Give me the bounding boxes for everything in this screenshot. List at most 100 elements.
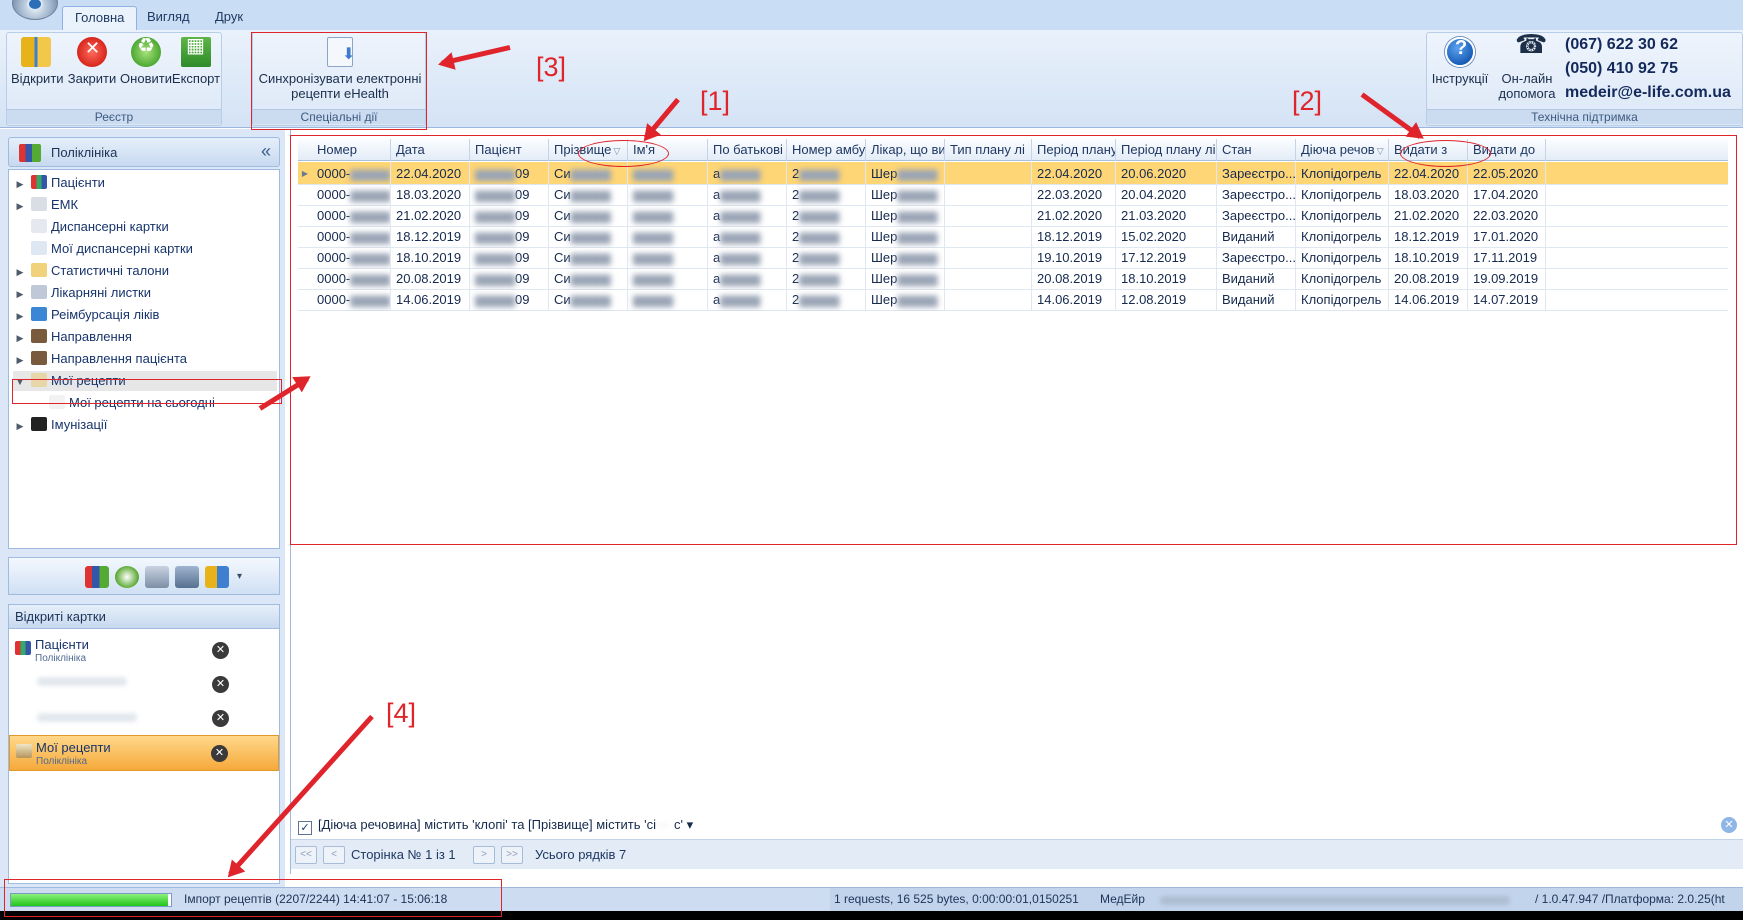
app-name-text: МедЕйр <box>1100 892 1145 906</box>
annotation-label-1: [1] <box>700 86 731 116</box>
annotation-box-grid <box>290 135 1737 545</box>
nav-title: Поліклініка <box>51 145 118 160</box>
nav-item[interactable]: ▶ Статистичні талони <box>13 261 277 281</box>
nav-item[interactable]: ▶ ЕМК <box>13 195 277 215</box>
close-button-label: Закрити <box>67 71 117 86</box>
open-card-hidden-1[interactable]: ✕ <box>9 667 279 703</box>
status-right-section: 1 requests, 16 525 bytes, 0:00:00:01,015… <box>830 888 1743 912</box>
refresh-tool-icon[interactable] <box>115 566 139 588</box>
open-card-hidden-2[interactable]: ✕ <box>9 701 279 737</box>
book-tool-icon[interactable] <box>205 566 229 588</box>
refresh-button[interactable]: Оновити <box>119 37 173 86</box>
nav-item-label: Пацієнти <box>51 175 105 190</box>
clinic-tool-icon[interactable] <box>85 566 109 588</box>
filter-enabled-checkbox[interactable]: ✓ <box>298 821 312 835</box>
card-subtitle: Поліклініка <box>35 653 87 664</box>
close-card-icon[interactable]: ✕ <box>212 676 229 693</box>
prev-page-button[interactable]: < <box>323 846 345 864</box>
open-book-icon <box>21 37 51 67</box>
requests-status-text: 1 requests, 16 525 bytes, 0:00:00:01,015… <box>834 892 1079 906</box>
patients-icon <box>15 641 31 655</box>
total-rows-label: Усього рядків 7 <box>535 847 627 862</box>
tab-view[interactable]: Вигляд <box>135 6 202 30</box>
open-card-patients[interactable]: Пацієнти Поліклініка ✕ <box>9 633 279 669</box>
annotation-box-my-prescriptions <box>12 379 282 404</box>
filter-expression[interactable]: [Діюча речовина] містить 'клопі' та [Прі… <box>318 817 656 832</box>
nav-item[interactable]: ▶ Імунізації <box>13 415 277 435</box>
nav-item[interactable]: Диспансерні картки <box>13 217 277 237</box>
contact-phone-1: (067) 622 30 62 <box>1565 36 1678 53</box>
nav-item[interactable]: ▶ Направлення <box>13 327 277 347</box>
support-group-label: Технічна підтримка <box>1427 109 1742 124</box>
referral-icon <box>31 329 47 343</box>
nav-item[interactable]: Мої диспансерні картки <box>13 239 277 259</box>
expand-arrow-icon[interactable]: ▶ <box>13 328 27 348</box>
clear-filter-icon[interactable]: ✕ <box>1721 817 1737 833</box>
annotation-ellipse-surname <box>578 140 669 167</box>
nav-item-label: Реімбурсація ліків <box>51 307 160 322</box>
nav-item-label: Направлення пацієнта <box>51 351 188 366</box>
dispensary-icon <box>31 219 47 233</box>
filter-expression-suffix[interactable]: с' ▾ <box>674 817 693 832</box>
expand-arrow-icon[interactable]: ▶ <box>13 196 27 216</box>
app-logo-icon <box>27 0 43 11</box>
stat-coupon-icon <box>31 263 47 277</box>
tab-print[interactable]: Друк <box>203 6 255 30</box>
expand-arrow-icon[interactable]: ▶ <box>13 350 27 370</box>
home-tool-icon[interactable] <box>175 566 199 588</box>
collapse-panel-button[interactable]: « <box>261 141 271 162</box>
page-indicator: Сторінка № 1 із 1 <box>351 847 456 862</box>
app-menu-orb[interactable] <box>12 0 58 20</box>
last-page-button[interactable]: >> <box>501 846 523 864</box>
expand-arrow-icon[interactable]: ▶ <box>13 306 27 326</box>
close-card-icon[interactable]: ✕ <box>212 642 229 659</box>
help-button-label: Інструкції <box>1431 71 1489 86</box>
reimbursement-icon <box>31 307 47 321</box>
open-cards-panel: Відкриті картки Пацієнти Поліклініка ✕ ✕… <box>8 604 280 884</box>
nav-item[interactable]: ▶ Направлення пацієнта <box>13 349 277 369</box>
annotation-box-import-status <box>4 879 502 917</box>
prescriptions-icon <box>16 744 32 758</box>
nav-item[interactable]: ▶ Реімбурсація ліків <box>13 305 277 325</box>
chevron-down-icon[interactable]: ▾ <box>237 566 247 588</box>
next-page-button[interactable]: > <box>473 846 495 864</box>
nav-item[interactable]: ▶ Лікарняні листки <box>13 283 277 303</box>
nav-item[interactable]: ▶ Пацієнти <box>13 173 277 193</box>
expand-arrow-icon[interactable]: ▶ <box>13 284 27 304</box>
nav-item-label: Мої диспансерні картки <box>51 241 193 256</box>
nav-toolstrip: ▾ <box>8 557 280 595</box>
tab-home[interactable]: Головна <box>62 6 138 30</box>
nav-item-label: Статистичні талони <box>51 263 169 278</box>
emk-icon <box>31 197 47 211</box>
online-label-line1: Он-лайн <box>1501 71 1553 86</box>
annotation-box-sync <box>251 32 427 130</box>
nav-tree: ▶ Пацієнти ▶ ЕМК Диспансерні картки Мої диспа… <box>8 169 280 549</box>
export-button-label: Експорт <box>171 71 221 86</box>
open-card-prescriptions[interactable]: Мої рецепти Поліклініка ✕ <box>9 735 279 771</box>
card-title: Пацієнти <box>35 637 89 652</box>
close-card-icon[interactable]: ✕ <box>212 710 229 727</box>
annotation-label-2: [2] <box>1292 86 1323 116</box>
archive-tool-icon[interactable] <box>145 566 169 588</box>
expand-arrow-icon[interactable]: ▶ <box>13 174 27 194</box>
online-help-button[interactable]: Он-лайндопомога <box>1495 37 1559 101</box>
contact-phone-2: (050) 410 92 75 <box>1565 60 1678 77</box>
first-page-button[interactable]: << <box>295 846 317 864</box>
export-button[interactable]: Експорт <box>171 37 221 86</box>
support-operator-icon <box>1512 37 1547 67</box>
close-card-icon[interactable]: ✕ <box>211 745 228 762</box>
open-button-label: Відкрити <box>11 71 64 86</box>
close-button[interactable]: Закрити <box>65 37 119 86</box>
version-text: / 1.0.47.947 /Платформа: 2.0.25(ht <box>1535 892 1725 906</box>
help-button[interactable]: Інструкції <box>1429 37 1491 86</box>
close-icon <box>77 37 107 67</box>
open-button[interactable]: Відкрити <box>11 37 64 86</box>
nav-item-label: Лікарняні листки <box>51 285 152 300</box>
expand-arrow-icon[interactable]: ▶ <box>13 416 27 436</box>
nav-item-label: Направлення <box>51 329 132 344</box>
export-icon <box>181 37 211 67</box>
open-cards-title: Відкриті картки <box>9 605 279 629</box>
sick-leave-icon <box>31 285 47 299</box>
card-title: Мої рецепти <box>36 740 111 755</box>
expand-arrow-icon[interactable]: ▶ <box>13 262 27 282</box>
